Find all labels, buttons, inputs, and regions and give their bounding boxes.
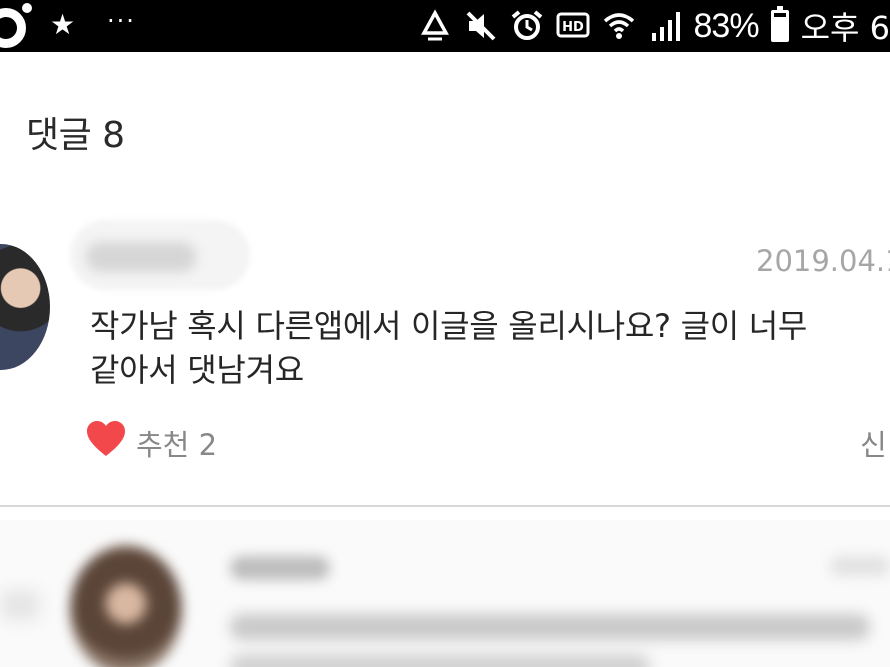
- comment-date: 2019.04.1: [756, 244, 890, 278]
- date-blurred: [830, 556, 890, 576]
- recycle-icon: [418, 9, 452, 43]
- comment-avatar-frame[interactable]: [0, 244, 50, 370]
- alarm-icon: [510, 9, 544, 43]
- status-right-icons: HD 83% 오후 6: [418, 0, 890, 52]
- ring-icon: [0, 8, 26, 48]
- username-redacted[interactable]: [70, 220, 250, 290]
- status-bar: ★ ··· HD 83% 오후 6: [0, 0, 890, 52]
- avatar-blurred: [70, 545, 182, 667]
- page-title: 댓글 8: [26, 115, 125, 156]
- comment-text-line-1: 작가남 혹시 다른앱에서 이글을 올리시나요? 글이 너무: [90, 307, 807, 345]
- clock: 오후 6: [800, 9, 890, 47]
- username-blur-block: [86, 242, 196, 272]
- username-blurred: [230, 556, 330, 580]
- report-button[interactable]: 신: [860, 422, 887, 464]
- battery-level-fill: [773, 17, 786, 39]
- comment-divider: [0, 505, 890, 507]
- battery-percent: 83%: [693, 6, 760, 45]
- wifi-icon: [602, 9, 636, 43]
- comment-text-blurred: [230, 614, 870, 640]
- svg-text:HD: HD: [562, 20, 584, 35]
- hd-icon: HD: [556, 9, 590, 43]
- comment-text-blurred: [230, 654, 650, 667]
- comment-body: 작가남 혹시 다른앱에서 이글을 올리시나요? 글이 너무 같아서 댓남겨요: [90, 304, 890, 392]
- avatar: [0, 244, 50, 370]
- comment-text-line-2: 같아서 댓남겨요: [90, 351, 304, 389]
- battery-icon: [770, 6, 789, 42]
- mute-icon: [464, 9, 498, 43]
- heart-icon[interactable]: [86, 420, 126, 460]
- star-icon: ★: [50, 8, 76, 41]
- blurred-content: [0, 590, 40, 620]
- signal-icon: [648, 9, 682, 43]
- recommend-count[interactable]: 추천 2: [136, 422, 217, 464]
- more-dots-icon: ···: [107, 7, 136, 35]
- ring-dot: [22, 3, 32, 13]
